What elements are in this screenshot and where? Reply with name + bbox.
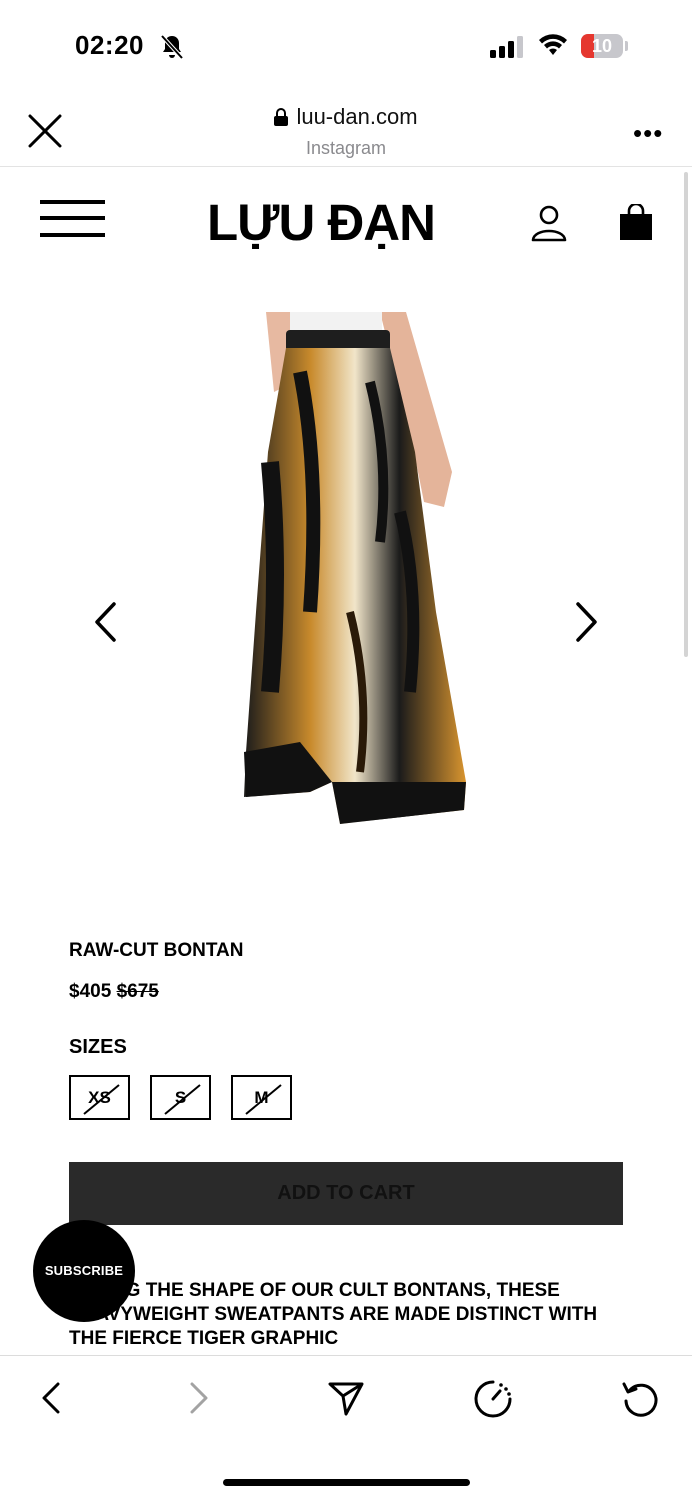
divider (0, 166, 692, 167)
site-logo[interactable]: LỰU ĐẠN (207, 193, 436, 252)
cellular-signal-icon (490, 36, 526, 63)
add-to-cart-button[interactable]: ADD TO CART (69, 1162, 623, 1225)
sizes-label: SIZES (69, 1036, 127, 1058)
share-send-icon[interactable] (326, 1378, 366, 1423)
add-to-cart-label: ADD TO CART (277, 1182, 415, 1204)
reload-icon[interactable] (620, 1378, 662, 1425)
url-text: luu-dan.com (296, 104, 418, 129)
original-price: $675 (116, 981, 159, 1002)
battery-tip (625, 41, 628, 51)
forward-icon[interactable] (184, 1378, 214, 1423)
size-option-xs[interactable]: XS (69, 1075, 130, 1120)
product-image (240, 312, 472, 832)
sale-price: $405 (69, 981, 112, 1002)
subscribe-label: SUBSCRIBE (44, 1263, 124, 1278)
product-title: RAW-CUT BONTAN (69, 940, 244, 961)
lock-icon (274, 106, 289, 132)
unavailable-strike (245, 1084, 282, 1115)
battery-icon: 10 (581, 34, 623, 58)
size-option-s[interactable]: S (150, 1075, 211, 1120)
wifi-icon (537, 33, 569, 62)
source-label: Instagram (305, 138, 387, 158)
battery-percentage: 10 (591, 36, 613, 56)
price-row: $405 $675 (69, 981, 159, 1003)
bell-slash-icon (160, 34, 184, 65)
unavailable-strike (164, 1084, 201, 1115)
product-description: TAKING THE SHAPE OF OUR CULT BONTANS, TH… (69, 1280, 598, 1349)
status-time: 02:20 (75, 30, 144, 60)
url-bar[interactable]: luu-dan.com (0, 104, 692, 132)
scrollbar[interactable] (684, 172, 688, 657)
size-option-m[interactable]: M (231, 1075, 292, 1120)
shopping-bag-icon[interactable] (618, 202, 654, 247)
more-options-icon[interactable]: ••• (633, 118, 663, 149)
unavailable-strike (83, 1084, 120, 1115)
subscribe-button[interactable]: SUBSCRIBE (33, 1220, 135, 1322)
next-image-arrow-icon[interactable] (572, 600, 602, 649)
home-indicator[interactable] (223, 1479, 470, 1486)
timer-icon[interactable] (472, 1378, 514, 1425)
previous-image-arrow-icon[interactable] (90, 600, 120, 649)
back-icon[interactable] (36, 1378, 66, 1423)
menu-icon[interactable] (40, 200, 105, 238)
account-icon[interactable] (530, 204, 568, 247)
